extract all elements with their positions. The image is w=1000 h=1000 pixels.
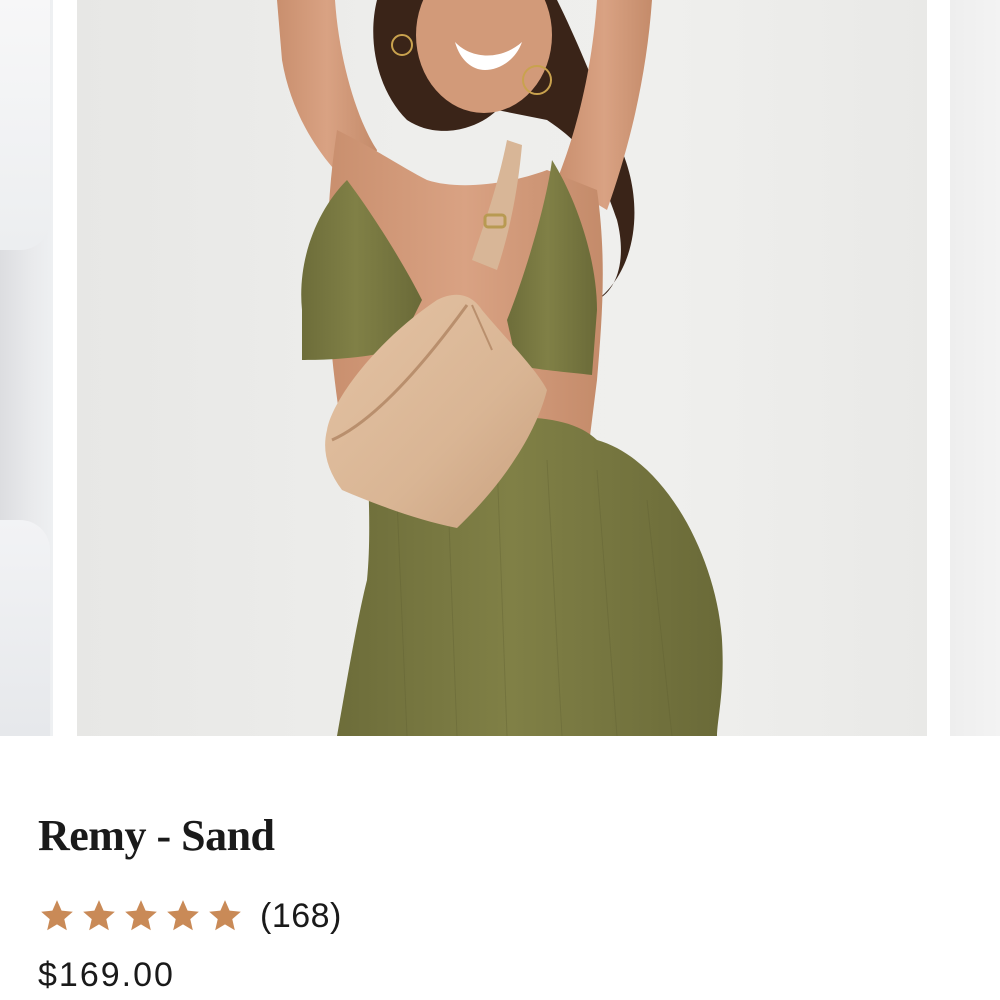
previous-slide-image[interactable] [0,0,53,736]
star-icon [209,900,241,931]
rating-stars [38,897,244,935]
previous-slide-shirt [0,0,50,250]
star-icon [167,900,199,931]
product-page: Remy - Sand (168) $169.00 [0,0,1000,1000]
main-product-image[interactable] [77,0,927,736]
product-photo [277,0,723,736]
star-icon [125,900,157,931]
product-rating[interactable]: (168) [38,894,342,938]
product-image-carousel[interactable] [0,0,1000,736]
next-slide-image[interactable] [950,0,1000,736]
previous-slide-fabric [0,520,50,736]
product-price: $169.00 [38,956,175,994]
product-info: Remy - Sand (168) $169.00 [38,806,938,994]
product-title[interactable]: Remy - Sand [38,806,938,866]
review-count[interactable]: (168) [260,897,342,936]
star-icon [83,900,115,931]
star-icon [41,900,73,931]
